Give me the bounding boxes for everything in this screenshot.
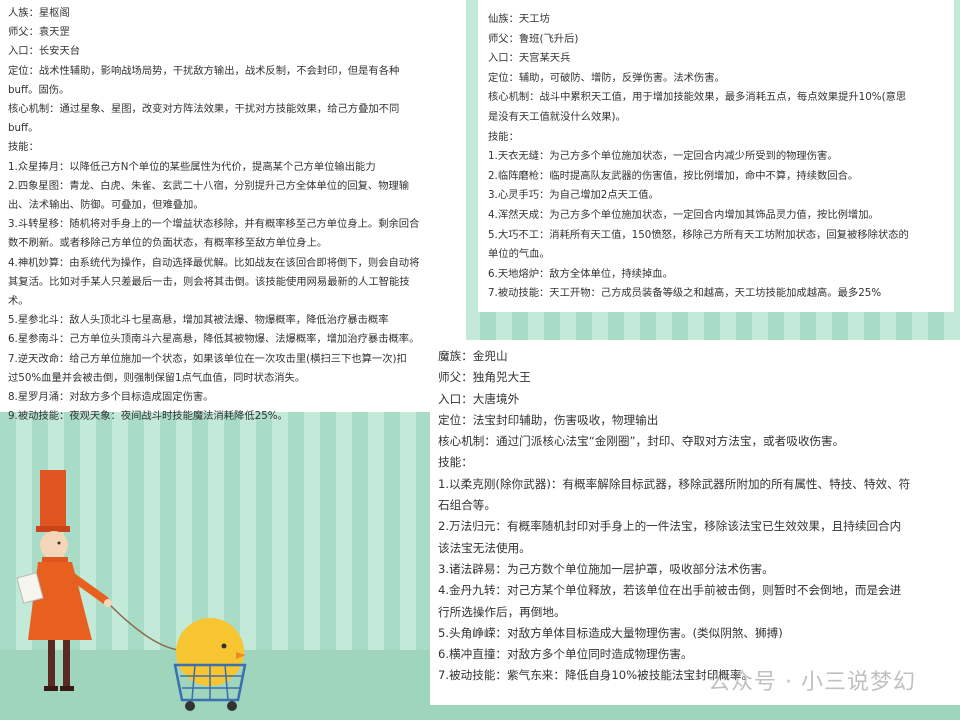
core-mechanic-line-cont: 是没有天工值就没什么效果)。 bbox=[488, 110, 626, 123]
skill-line: 数不刷新。或者移除己方单位的负面状态，有概率移至敌方单位身上。 bbox=[8, 237, 328, 250]
skill-line: 1.众星捧月：以降低己方N个单位的某些属性为代价，提高某个己方单位输出能力 bbox=[8, 160, 376, 173]
skill-line: 其复活。比如对手某人只差最后一击，则会将其击倒。该技能使用网易最新的人工智能技 bbox=[8, 275, 410, 288]
master-line: 师父：独角兕大王 bbox=[438, 370, 531, 385]
skills-heading: 技能： bbox=[8, 141, 39, 154]
position-line: 定位：法宝封印辅助，伤害吸收，物理输出 bbox=[438, 412, 659, 427]
skill-line: 4.浑然天成：为己方多个单位施加状态，一定回合内增加其饰品灵力值，按比例增加。 bbox=[488, 208, 879, 221]
skill-line: 4.金丹九转：对己方某个单位释放，若该单位在出手前被击倒，则暂时不会倒地，而是会… bbox=[438, 583, 902, 598]
skill-line: 1.以柔克刚(除你武器)：有概率解除目标武器，移除武器所附加的所有属性、特技、特… bbox=[438, 476, 911, 491]
race-line: 仙族：天工坊 bbox=[488, 13, 550, 25]
core-mechanic-line: 核心机制：战斗中累积天工值，用于增加技能效果，最多消耗五点，每点效果提升10%(… bbox=[488, 91, 907, 104]
skill-line: 出、法术输出、防御。可叠加，但难叠加。 bbox=[8, 199, 204, 212]
skill-line: 7.逆天改命：给己方单位施加一个状态，如果该单位在一次攻击里(横扫三下也算一次)… bbox=[8, 352, 407, 365]
skill-line: 3.心灵手巧：为自己增加2点天工值。 bbox=[488, 189, 659, 202]
skills-heading: 技能： bbox=[488, 130, 519, 143]
skills-list: 1.天衣无缝：为己方多个单位施加状态，一定回合内减少所受到的物理伤害。 2.临阵… bbox=[488, 147, 944, 304]
entrance-line: 入口：天宫某天兵 bbox=[488, 52, 571, 65]
entrance-line: 入口：大唐境外 bbox=[438, 391, 520, 406]
skill-line: 5.星参北斗：敌人头顶北斗七星高悬，增加其被法爆、物爆概率，降低治疗暴击概率 bbox=[8, 314, 389, 327]
position-line-cont: buff。固伤。 bbox=[8, 83, 70, 96]
panel-tiangongfang: 仙族：天工坊 师父：鲁班(飞升后) 入口：天宫某天兵 定位：辅助，可破防、增防，… bbox=[478, 0, 954, 312]
panel-xingshuge: 人族：星枢阁 师父：袁天罡 入口：长安天台 定位：战术性辅助，影响战场局势，干扰… bbox=[0, 0, 466, 422]
skill-line: 1.天衣无缝：为己方多个单位施加状态，一定回合内减少所受到的物理伤害。 bbox=[488, 150, 838, 163]
core-mechanic-line: 核心机制：通过星象、星图，改变对方阵法效果，干扰对方技能效果，给己方叠加不同 bbox=[8, 103, 400, 116]
entrance-line: 入口：长安天台 bbox=[8, 45, 81, 58]
skill-line: 5.头角峥嵘：对敌方单体目标造成大量物理伤害。(类似阴煞、狮搏) bbox=[438, 625, 783, 640]
skill-line: 8.星罗月涌：对敌方多个目标造成固定伤害。 bbox=[8, 391, 214, 404]
core-mechanic-line-cont: buff。 bbox=[8, 122, 39, 135]
skill-line: 4.神机妙算：由系统代为操作，自动选择最优解。比如战友在该回合即将倒下，则会自动… bbox=[8, 256, 420, 269]
panel-jindoushan: 魔族：金兜山 师父：独角兕大王 入口：大唐境外 定位：法宝封印辅助，伤害吸收，物… bbox=[430, 340, 960, 705]
skill-line: 7.被动技能：天工开物：己方成员装备等级之和越高，天工坊技能加成越高。最多25% bbox=[488, 287, 882, 300]
skill-line: 6.星参南斗：己方单位头顶南斗六星高悬，降低其被物爆、法爆概率，增加治疗暴击概率… bbox=[8, 333, 420, 346]
master-line: 师父：鲁班(飞升后) bbox=[488, 32, 579, 45]
skill-line: 3.诸法辟易：为己方数个单位施加一层护罩，吸收部分法术伤害。 bbox=[438, 561, 774, 576]
skill-line: 2.四象星图：青龙、白虎、朱雀、玄武二十八宿，分别提升己方全体单位的回复、物理输 bbox=[8, 179, 410, 192]
master-line: 师父：袁天罡 bbox=[8, 26, 70, 39]
skill-line: 3.斗转星移：随机将对手身上的一个增益状态移除，并有概率移至己方单位身上。剩余回… bbox=[8, 218, 420, 231]
position-line: 定位：辅助，可破防、增防，反弹伤害。法术伤害。 bbox=[488, 71, 725, 84]
race-line: 人族：星枢阁 bbox=[8, 7, 70, 19]
skills-list: 1.以柔克刚(除你武器)：有概率解除目标武器，移除武器所附加的所有属性、特技、特… bbox=[438, 474, 952, 687]
race-line: 魔族：金兜山 bbox=[438, 349, 508, 363]
skill-line: 过50%血量并会被击倒，则强制保留1点气血值，同时状态消失。 bbox=[8, 371, 306, 384]
skill-line: 5.大巧不工：消耗所有天工值，150愤怒，移除己方所有天工坊附加状态，回复被移除… bbox=[488, 228, 909, 241]
skills-list: 1.众星捧月：以降低己方N个单位的某些属性为代价，提高某个己方单位输出能力 2.… bbox=[8, 158, 458, 427]
skill-line: 单位的气血。 bbox=[488, 248, 550, 261]
skill-line: 6.天地熔炉：敌方全体单位，持续掉血。 bbox=[488, 267, 673, 280]
watermark-text: 公众号 · 小三说梦幻 bbox=[708, 670, 916, 695]
skill-line: 2.临阵磨枪：临时提高队友武器的伤害值，按比例增加，命中不算，持续数回合。 bbox=[488, 169, 859, 182]
skill-line: 石组合等。 bbox=[438, 498, 496, 513]
skill-line: 2.万法归元：有概率随机封印对手身上的一件法宝，移除该法宝已生效效果，且持续回合… bbox=[438, 519, 902, 534]
skills-heading: 技能： bbox=[438, 455, 473, 470]
position-line: 定位：战术性辅助，影响战场局势，干扰敌方输出，战术反制，不会封印，但是有各种 bbox=[8, 64, 400, 77]
skill-line: 术。 bbox=[8, 295, 29, 308]
skill-line: 行所选操作后，再倒地。 bbox=[438, 604, 566, 619]
skill-line: 该法宝无法使用。 bbox=[438, 540, 531, 555]
skill-line: 9.被动技能：夜观天象：夜间战斗时技能魔法消耗降低25%。 bbox=[8, 410, 288, 423]
skill-line: 6.横冲直撞：对敌方多个单位同时造成物理伤害。 bbox=[438, 647, 693, 662]
core-mechanic-line: 核心机制：通过门派核心法宝“金刚圈”，封印、夺取对方法宝，或者吸收伤害。 bbox=[438, 434, 845, 449]
